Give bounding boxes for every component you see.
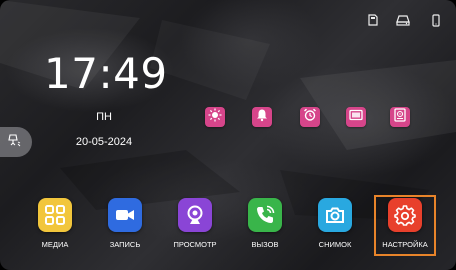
alarm-clock-icon [303, 108, 317, 127]
mode-storage-button[interactable] [390, 107, 410, 127]
dock-label-record: ЗАПИСЬ [109, 240, 141, 249]
dock-label-call: ВЫЗОВ [251, 240, 279, 249]
webcam-icon [178, 198, 212, 232]
clock-time: 17:49 [44, 49, 168, 98]
wall-lamp-icon [7, 133, 21, 152]
mode-bell-button[interactable] [252, 107, 272, 127]
camera-icon [318, 198, 352, 232]
side-lamp-button[interactable] [0, 127, 32, 157]
grid-icon [38, 198, 72, 232]
dock-label-media: МЕДИА [41, 240, 69, 249]
selection-highlight [374, 195, 436, 256]
mode-sun-button[interactable] [205, 107, 225, 127]
storage-icon [393, 107, 407, 127]
mode-screen-button[interactable] [346, 107, 366, 127]
phone-icon [432, 14, 440, 27]
screen-icon [349, 108, 363, 127]
sun-icon [208, 108, 222, 127]
phone-ringing-icon [248, 198, 282, 232]
network-drive-icon [396, 14, 410, 26]
dock-label-snapshot: СНИМОК [318, 240, 352, 249]
bell-icon [255, 108, 269, 127]
dock-label-view: ПРОСМОТР [173, 240, 217, 249]
mode-alarm-button[interactable] [300, 107, 320, 127]
dock-item-record[interactable]: ЗАПИСЬ [94, 198, 156, 249]
home-screen: 17:49 ПН 20-05-2024 МЕДИА ЗАПИСЬ ПРОСМОТ… [0, 0, 456, 270]
weekday-label: ПН [96, 111, 112, 123]
dock-item-call[interactable]: ВЫЗОВ [234, 198, 296, 249]
video-camera-icon [108, 198, 142, 232]
dock-item-view[interactable]: ПРОСМОТР [164, 198, 226, 249]
dock-item-media[interactable]: МЕДИА [24, 198, 86, 249]
date-label: 20-05-2024 [75, 136, 133, 148]
dock-item-snapshot[interactable]: СНИМОК [304, 198, 366, 249]
sd-card-icon [367, 14, 379, 26]
